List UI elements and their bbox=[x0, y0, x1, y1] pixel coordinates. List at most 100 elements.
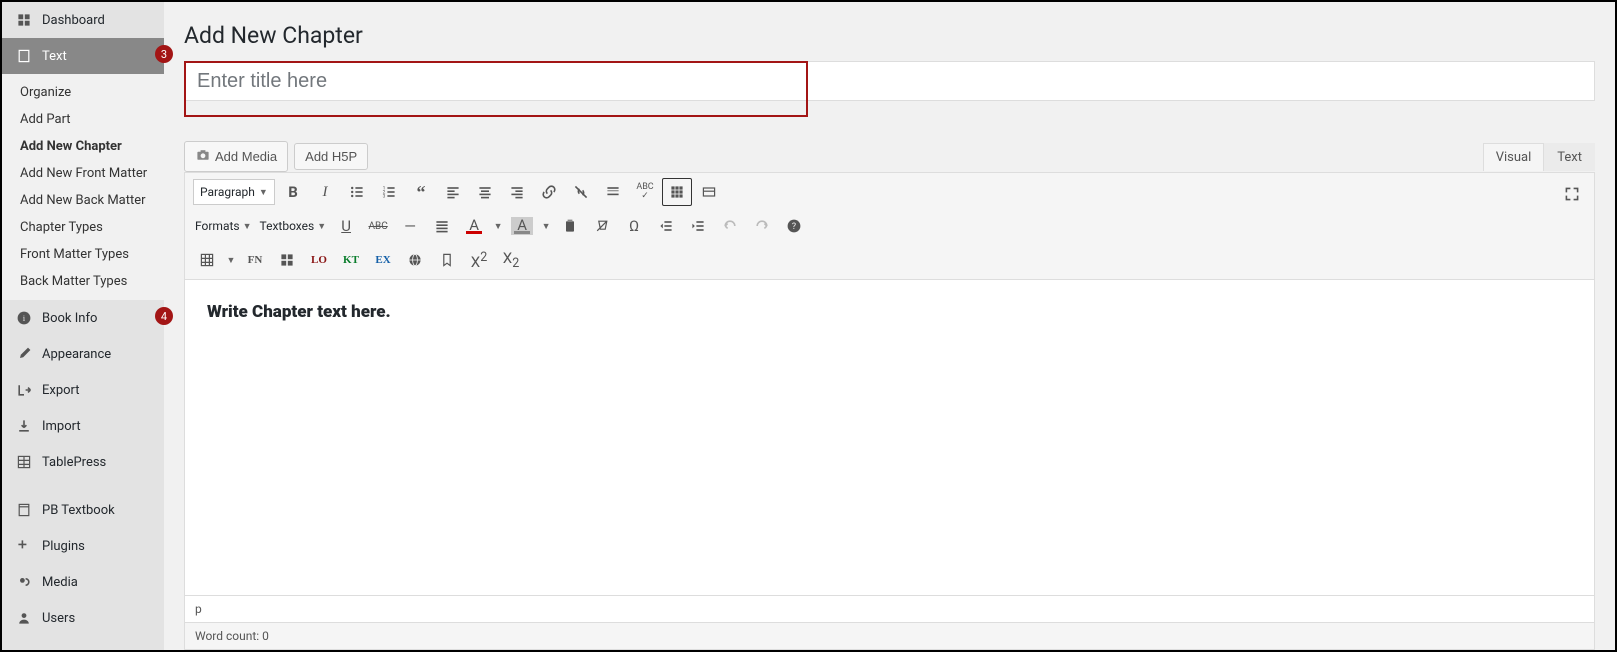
submenu-add-new-front-matter[interactable]: Add New Front Matter bbox=[2, 160, 164, 187]
page-icon bbox=[14, 46, 34, 66]
bold-button[interactable]: B bbox=[278, 178, 308, 206]
sidebar-text[interactable]: Text bbox=[2, 38, 164, 74]
blockquote-button[interactable]: “ bbox=[406, 178, 436, 206]
tab-text[interactable]: Text bbox=[1544, 143, 1595, 171]
button-label: Add H5P bbox=[305, 149, 357, 164]
import-icon bbox=[14, 416, 34, 436]
special-char-button[interactable]: Ω bbox=[619, 212, 649, 240]
sidebar-book-info[interactable]: i Book Info bbox=[2, 300, 164, 336]
caret-down-icon: ▼ bbox=[259, 187, 268, 198]
editor-placeholder-text: Write Chapter text here. bbox=[207, 302, 1572, 322]
svg-text:3: 3 bbox=[383, 194, 386, 200]
table-dropdown[interactable]: ▼ bbox=[224, 246, 238, 274]
info-icon: i bbox=[14, 308, 34, 328]
submenu-add-new-back-matter[interactable]: Add New Back Matter bbox=[2, 187, 164, 214]
underline-button[interactable]: U bbox=[331, 212, 361, 240]
word-count: Word count: 0 bbox=[185, 622, 1594, 649]
submenu-front-matter-types[interactable]: Front Matter Types bbox=[2, 241, 164, 268]
help-button[interactable]: ? bbox=[779, 212, 809, 240]
submenu-add-new-chapter[interactable]: Add New Chapter bbox=[2, 133, 164, 160]
bullet-list-button[interactable] bbox=[342, 178, 372, 206]
indent-button[interactable] bbox=[683, 212, 713, 240]
text-color-button[interactable]: A bbox=[459, 212, 489, 240]
sidebar-label: Media bbox=[42, 575, 78, 590]
number-list-button[interactable]: 123 bbox=[374, 178, 404, 206]
main-content: Add New Chapter Add Media Add H5P Visual… bbox=[164, 2, 1615, 650]
outdent-button[interactable] bbox=[651, 212, 681, 240]
sidebar-users[interactable]: Users bbox=[2, 600, 164, 636]
bg-color-button[interactable]: A bbox=[507, 212, 537, 240]
editor-box: Paragraph▼ B I 123 “ ABC✓ bbox=[184, 172, 1595, 650]
align-center-button[interactable] bbox=[470, 178, 500, 206]
button-label: Add Media bbox=[215, 149, 277, 164]
table-button[interactable] bbox=[192, 246, 222, 274]
grid-button[interactable] bbox=[272, 246, 302, 274]
sidebar-appearance[interactable]: Appearance bbox=[2, 336, 164, 372]
editor-content[interactable]: Write Chapter text here. bbox=[185, 280, 1594, 595]
sidebar-tablepress[interactable]: TablePress bbox=[2, 444, 164, 480]
align-right-button[interactable] bbox=[502, 178, 532, 206]
submenu-organize[interactable]: Organize bbox=[2, 79, 164, 106]
sidebar-media[interactable]: Media bbox=[2, 564, 164, 600]
media-icon bbox=[14, 572, 34, 592]
bg-color-dropdown[interactable]: ▼ bbox=[539, 212, 553, 240]
clear-format-button[interactable] bbox=[587, 212, 617, 240]
insert-more-button[interactable] bbox=[598, 178, 628, 206]
unlink-button[interactable] bbox=[566, 178, 596, 206]
fullscreen-button[interactable] bbox=[1557, 180, 1587, 208]
justify-button[interactable] bbox=[427, 212, 457, 240]
add-media-button[interactable]: Add Media bbox=[184, 141, 288, 172]
sidebar-pb-textbook[interactable]: PB Textbook bbox=[2, 492, 164, 528]
svg-text:?: ? bbox=[792, 222, 796, 232]
sidebar-label: Plugins bbox=[42, 539, 85, 554]
text-color-dropdown[interactable]: ▼ bbox=[491, 212, 505, 240]
hr-button[interactable]: — bbox=[395, 212, 425, 240]
title-input-wrap bbox=[184, 61, 1595, 101]
sidebar-label: Dashboard bbox=[42, 13, 105, 28]
brush-icon bbox=[14, 344, 34, 364]
bookmark-button[interactable] bbox=[432, 246, 462, 274]
format-select[interactable]: Paragraph▼ bbox=[193, 179, 275, 205]
toolbar-toggle-button[interactable] bbox=[662, 178, 692, 206]
editor-tabs: Visual Text bbox=[1483, 143, 1595, 171]
sidebar: Dashboard Text 3 Organize Add Part Add N… bbox=[2, 2, 164, 650]
export-icon bbox=[14, 380, 34, 400]
superscript-button[interactable]: X2 bbox=[464, 246, 494, 274]
sidebar-import[interactable]: Import bbox=[2, 408, 164, 444]
sidebar-plugins[interactable]: Plugins bbox=[2, 528, 164, 564]
undo-button[interactable] bbox=[715, 212, 745, 240]
textboxes-dropdown[interactable]: Textboxes ▼ bbox=[256, 219, 331, 233]
tab-visual[interactable]: Visual bbox=[1483, 143, 1545, 171]
link-button[interactable] bbox=[534, 178, 564, 206]
annotation-badge-3: 3 bbox=[155, 45, 173, 63]
footnote-button[interactable]: FN bbox=[240, 246, 270, 274]
align-left-button[interactable] bbox=[438, 178, 468, 206]
learning-objectives-button[interactable]: LO bbox=[304, 246, 334, 274]
submenu-chapter-types[interactable]: Chapter Types bbox=[2, 214, 164, 241]
redo-button[interactable] bbox=[747, 212, 777, 240]
globe-button[interactable] bbox=[400, 246, 430, 274]
sidebar-label: Import bbox=[42, 419, 81, 434]
paste-text-button[interactable] bbox=[555, 212, 585, 240]
exercises-button[interactable]: EX bbox=[368, 246, 398, 274]
dashboard-icon bbox=[14, 10, 34, 30]
toolbar-row-1: Paragraph▼ B I 123 “ ABC✓ bbox=[191, 175, 1588, 209]
chapter-title-input[interactable] bbox=[184, 61, 1595, 101]
submenu-back-matter-types[interactable]: Back Matter Types bbox=[2, 268, 164, 295]
camera-icon bbox=[195, 147, 211, 166]
sidebar-dashboard[interactable]: Dashboard bbox=[2, 2, 164, 38]
formats-dropdown[interactable]: Formats ▼ bbox=[191, 219, 256, 233]
strikethrough-button[interactable]: ABC bbox=[363, 212, 393, 240]
user-icon bbox=[14, 608, 34, 628]
sidebar-label: Text bbox=[42, 49, 67, 64]
sidebar-export[interactable]: Export bbox=[2, 372, 164, 408]
key-terms-button[interactable]: KT bbox=[336, 246, 366, 274]
spellcheck-button[interactable]: ABC✓ bbox=[630, 178, 660, 206]
sidebar-label: TablePress bbox=[42, 455, 106, 470]
anchor-button[interactable] bbox=[694, 178, 724, 206]
sidebar-label: Appearance bbox=[42, 347, 111, 362]
add-h5p-button[interactable]: Add H5P bbox=[294, 143, 368, 170]
submenu-add-part[interactable]: Add Part bbox=[2, 106, 164, 133]
subscript-button[interactable]: X2 bbox=[496, 246, 526, 274]
italic-button[interactable]: I bbox=[310, 178, 340, 206]
